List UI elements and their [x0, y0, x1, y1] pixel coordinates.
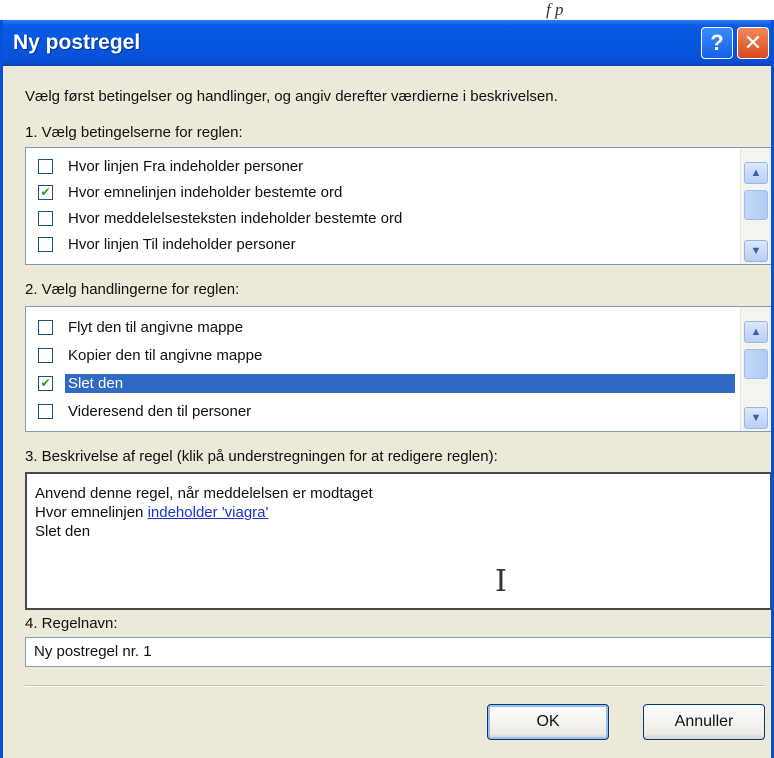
action-label: Kopier den til angivne mappe [68, 346, 263, 364]
scroll-thumb[interactable] [744, 349, 768, 379]
help-button[interactable]: ? [701, 27, 733, 59]
action-item-selected[interactable]: ✔ Slet den [38, 371, 735, 395]
description-line-3: Slet den [35, 523, 91, 540]
actions-label: 2. Vælg handlingerne for reglen: [25, 281, 240, 298]
condition-label: Hvor emnelinjen indeholder bestemte ord [68, 183, 343, 201]
ok-button[interactable]: OK [487, 704, 609, 740]
close-button[interactable]: ✕ [737, 27, 769, 59]
subject-words-link[interactable]: indeholder 'viagra' [148, 504, 269, 521]
condition-checkbox[interactable] [38, 236, 53, 252]
description-line-2: Hvor emnelinjen indeholder 'viagra' [35, 503, 762, 522]
action-item[interactable]: Videresend den til personer [38, 399, 735, 423]
scroll-up-icon[interactable]: ▲ [744, 321, 768, 343]
description-line-2-text: Hvor emnelinjen [35, 504, 148, 521]
condition-item[interactable]: Hvor meddelelsesteksten indeholder beste… [38, 206, 735, 230]
intro-text: Vælg først betingelser og handlinger, og… [25, 88, 558, 105]
action-label: Slet den [65, 373, 735, 393]
action-checkbox[interactable] [38, 347, 53, 363]
action-checkbox[interactable] [38, 403, 53, 419]
dialog-title: Ny postregel [13, 31, 141, 54]
action-item[interactable]: Kopier den til angivne mappe [38, 343, 735, 367]
action-label: Videresend den til personer [68, 402, 252, 420]
scroll-down-icon[interactable]: ▼ [744, 407, 768, 429]
action-checkbox[interactable]: ✔ [38, 375, 53, 391]
action-item[interactable]: Flyt den til angivne mappe [38, 315, 735, 339]
action-label: Flyt den til angivne mappe [68, 318, 244, 336]
condition-item[interactable]: Hvor linjen Fra indeholder personer [38, 154, 735, 178]
condition-label: Hvor linjen Til indeholder personer [68, 235, 296, 253]
new-rule-dialog: Ny postregel ? ✕ Vælg først betingelser … [0, 20, 774, 758]
condition-checkbox[interactable] [38, 158, 53, 174]
help-icon: ? [710, 30, 724, 55]
condition-item[interactable]: ✔ Hvor emnelinjen indeholder bestemte or… [38, 180, 735, 204]
condition-label: Hvor meddelelsesteksten indeholder beste… [68, 209, 403, 227]
actions-list[interactable]: Flyt den til angivne mappe Kopier den ti… [25, 306, 771, 432]
background-page-text: f p [546, 0, 564, 19]
title-bar[interactable]: Ny postregel ? ✕ [3, 20, 771, 66]
actions-scrollbar[interactable]: ▲ ▼ [740, 307, 771, 431]
condition-checkbox[interactable]: ✔ [38, 184, 53, 200]
rule-name-input[interactable]: Ny postregel nr. 1 [25, 637, 771, 667]
close-icon: ✕ [743, 30, 763, 55]
divider [25, 685, 765, 687]
conditions-list[interactable]: Hvor linjen Fra indeholder personer ✔ Hv… [25, 147, 771, 265]
conditions-scrollbar[interactable]: ▲ ▼ [740, 148, 771, 264]
condition-item[interactable]: Hvor linjen Til indeholder personer [38, 232, 735, 256]
scroll-down-icon[interactable]: ▼ [744, 240, 768, 262]
scroll-up-icon[interactable]: ▲ [744, 162, 768, 184]
condition-checkbox[interactable] [38, 210, 53, 226]
scroll-thumb[interactable] [744, 190, 768, 220]
conditions-label: 1. Vælg betingelserne for reglen: [25, 124, 243, 141]
description-line-1: Anvend denne regel, når meddelelsen er m… [35, 485, 373, 502]
cancel-button[interactable]: Annuller [643, 704, 765, 740]
text-cursor-icon: I [495, 564, 507, 599]
rule-name-label: 4. Regelnavn: [25, 615, 118, 632]
description-label: 3. Beskrivelse af regel (klik på underst… [25, 448, 498, 465]
action-checkbox[interactable] [38, 319, 53, 335]
condition-label: Hvor linjen Fra indeholder personer [68, 157, 304, 175]
rule-description: Anvend denne regel, når meddelelsen er m… [25, 472, 771, 610]
